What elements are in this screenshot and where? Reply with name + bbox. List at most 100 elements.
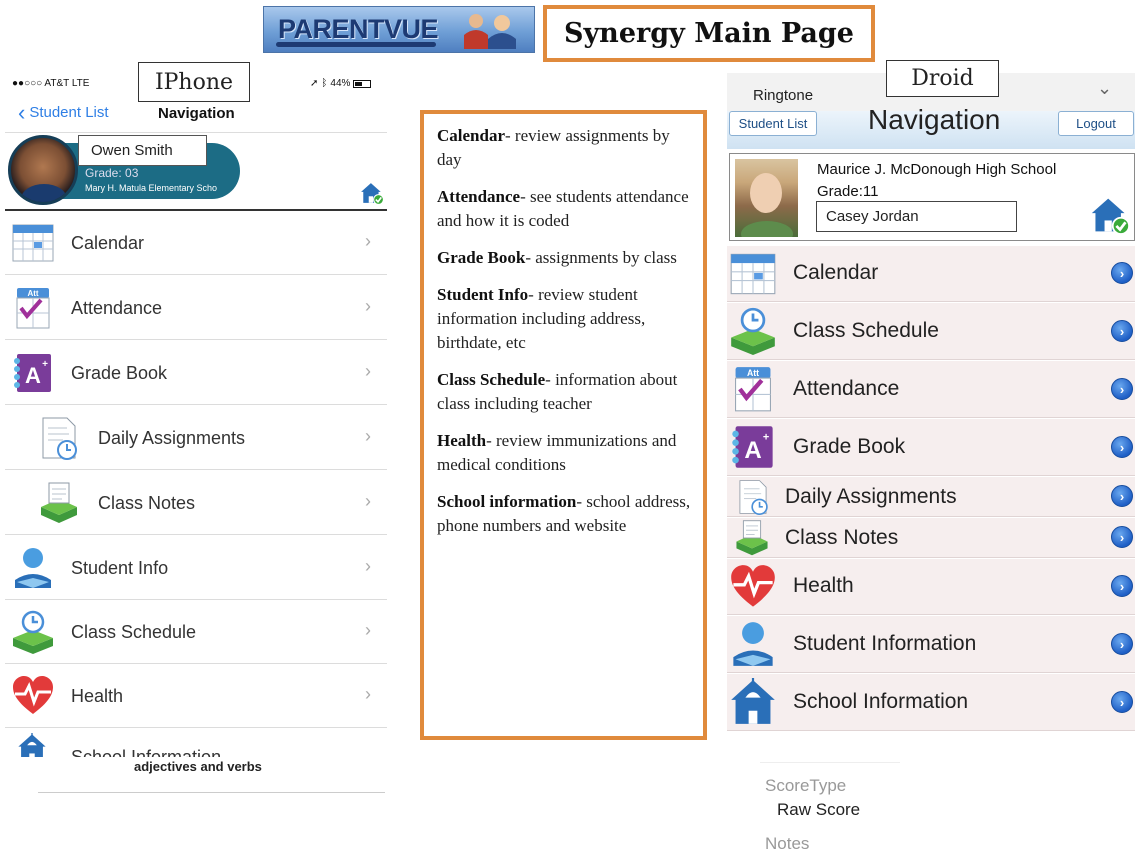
school-icon <box>729 678 777 726</box>
description-class-schedule: Class Schedule- information about class … <box>437 368 693 416</box>
chevron-right-icon: › <box>1111 691 1133 713</box>
droid-menu-grade-book[interactable]: Grade Book › <box>727 419 1135 476</box>
description-text: - assignments by class <box>525 248 677 267</box>
menu-item-label: Health <box>71 686 124 706</box>
description-term: Grade Book <box>437 248 526 267</box>
schedule-icon <box>729 307 777 355</box>
chevron-right-icon: › <box>365 231 371 251</box>
description-attendance: Attendance- see students attendance and … <box>437 185 693 233</box>
chevron-right-icon: › <box>365 426 371 446</box>
chevron-right-icon: › <box>1111 575 1133 597</box>
parentvue-logo: PARENTVUE <box>263 6 535 53</box>
description-term: Class Schedule <box>437 370 546 389</box>
menu-item-label: Grade Book <box>71 363 168 383</box>
student-icon <box>729 620 777 668</box>
back-to-student-list-button[interactable]: ‹ Student List <box>18 100 109 125</box>
chevron-right-icon: › <box>1111 485 1133 507</box>
chevron-right-icon: › <box>1111 633 1133 655</box>
divider <box>760 762 900 763</box>
gradebook-icon <box>11 351 55 395</box>
droid-menu-attendance[interactable]: Attendance › <box>727 361 1135 418</box>
student-list-button[interactable]: Student List <box>729 111 817 136</box>
notes-label: Notes <box>765 834 810 853</box>
menu-item-label: Class Schedule <box>793 319 939 342</box>
assignment-text: adjectives and verbs <box>134 759 262 774</box>
droid-menu-student-information[interactable]: Student Information › <box>727 616 1135 673</box>
description-health: Health- review immunizations and medical… <box>437 429 693 477</box>
menu-item-label: Student Information <box>793 632 977 655</box>
bluetooth-icon: ᛒ <box>321 78 328 89</box>
menu-item-label: Student Info <box>71 558 169 578</box>
student-school: Mary H. Matula Elementary Scho <box>85 183 218 193</box>
divider <box>38 792 385 793</box>
chevron-right-icon: › <box>365 491 371 511</box>
class-notes-icon <box>733 519 771 557</box>
feature-description-box: Calendar- review assignments by day Atte… <box>420 110 707 740</box>
chevron-left-icon: ‹ <box>18 100 26 125</box>
menu-item-health[interactable]: Health › <box>5 664 387 728</box>
student-school: Maurice J. McDonough High School <box>817 161 1057 178</box>
droid-menu-school-information[interactable]: School Information › <box>727 674 1135 731</box>
description-term: Attendance <box>437 187 521 206</box>
chevron-right-icon: › <box>1111 526 1133 548</box>
logo-text: PARENTVUE <box>278 14 439 44</box>
droid-menu-health[interactable]: Health › <box>727 559 1135 615</box>
description-term: Health <box>437 431 487 450</box>
menu-item-daily-assignments[interactable]: Daily Assignments › <box>5 406 387 470</box>
avatar <box>8 135 78 205</box>
location-icon: ➚ <box>310 78 319 89</box>
iphone-device-label: IPhone <box>138 62 250 102</box>
page-title: Synergy Main Page <box>564 18 854 49</box>
ringtone-label: Ringtone <box>753 87 814 104</box>
menu-item-class-notes[interactable]: Class Notes › <box>5 471 387 535</box>
menu-item-grade-book[interactable]: Grade Book › <box>5 341 387 405</box>
chevron-right-icon: › <box>1111 320 1133 342</box>
schedule-icon <box>11 610 55 654</box>
description-term: Student Info <box>437 285 529 304</box>
assignment-icon <box>735 479 771 515</box>
class-notes-icon <box>37 481 81 525</box>
calendar-icon <box>729 250 777 298</box>
menu-item-label: Health <box>793 574 854 597</box>
heart-icon <box>11 674 55 718</box>
student-name: Casey Jordan <box>816 201 1017 232</box>
menu-item-class-schedule[interactable]: Class Schedule › <box>5 600 387 664</box>
logout-button[interactable]: Logout <box>1058 111 1134 136</box>
droid-menu-class-schedule[interactable]: Class Schedule › <box>727 303 1135 360</box>
battery-icon <box>353 79 372 88</box>
back-label: Student List <box>29 104 109 121</box>
droid-device-label: Droid <box>886 60 999 97</box>
chevron-right-icon: › <box>365 556 371 576</box>
droid-menu-calendar[interactable]: Calendar › <box>727 246 1135 302</box>
parents-icon <box>464 14 516 49</box>
score-type-value: Raw Score <box>777 800 861 819</box>
menu-item-label: Attendance <box>71 298 163 318</box>
battery-percent: 44% <box>330 78 351 89</box>
menu-item-calendar[interactable]: Calendar › <box>5 211 387 275</box>
droid-menu-daily-assignments[interactable]: Daily Assignments › <box>727 477 1135 517</box>
avatar <box>735 159 798 237</box>
student-grade: Grade: 03 <box>85 166 139 180</box>
description-grade-book: Grade Book- assignments by class <box>437 246 693 270</box>
menu-item-student-info[interactable]: Student Info › <box>5 536 387 600</box>
student-grade: Grade:11 <box>817 183 879 200</box>
chevron-down-icon[interactable]: ⌄ <box>1097 78 1112 99</box>
chevron-right-icon: › <box>365 361 371 381</box>
chevron-right-icon: › <box>1111 262 1133 284</box>
description-student-info: Student Info- review student information… <box>437 283 693 355</box>
chevron-right-icon: › <box>365 620 371 640</box>
carrier-status: ●●○○○ AT&T LTE <box>12 78 90 89</box>
school-icon[interactable] <box>1090 195 1130 235</box>
menu-item-school-information-partial[interactable]: School Information <box>5 727 387 757</box>
school-icon[interactable] <box>360 180 384 206</box>
droid-menu-class-notes[interactable]: Class Notes › <box>727 518 1135 558</box>
gradebook-icon <box>729 423 777 471</box>
menu-item-label: Calendar <box>71 233 145 253</box>
student-name: Owen Smith <box>78 135 207 166</box>
attendance-icon <box>11 286 55 330</box>
description-calendar: Calendar- review assignments by day <box>437 124 693 172</box>
menu-item-attendance[interactable]: Attendance › <box>5 276 387 340</box>
description-term: School information <box>437 492 577 511</box>
attendance-icon <box>729 365 777 413</box>
school-icon <box>17 733 47 757</box>
